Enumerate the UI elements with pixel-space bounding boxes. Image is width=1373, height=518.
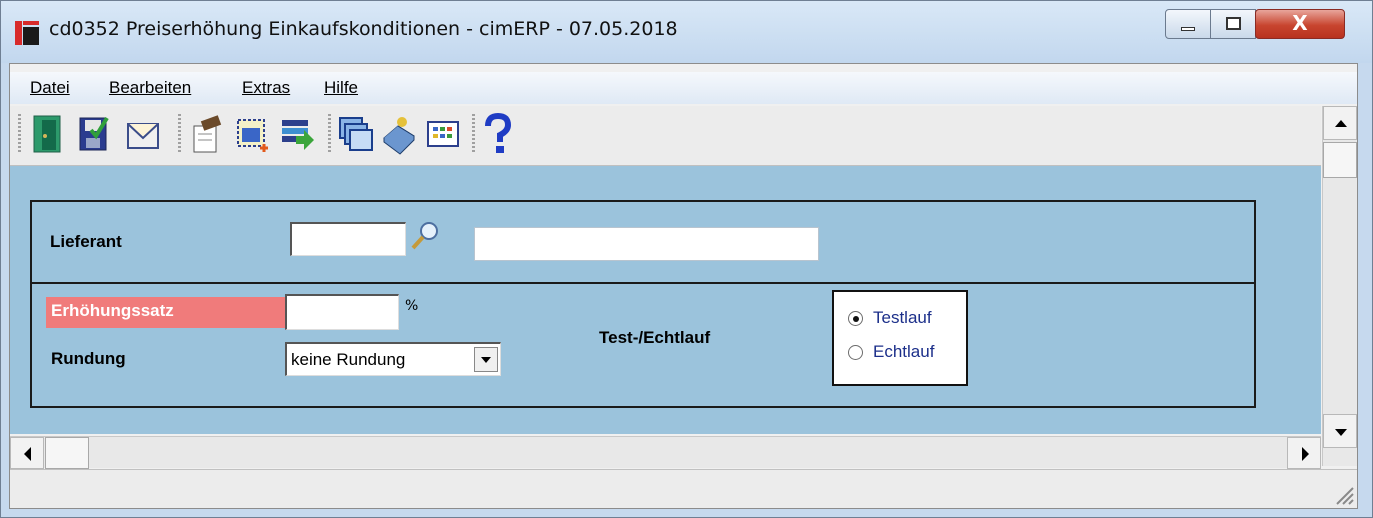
title-bar[interactable]: cd0352 Preiserhöhung Einkaufskonditionen… bbox=[1, 1, 1372, 63]
radio-testlauf-label[interactable]: Testlauf bbox=[873, 308, 932, 328]
arrow-right-icon bbox=[1302, 447, 1309, 461]
rundung-selected-value: keine Rundung bbox=[291, 350, 406, 369]
percent-sign: % bbox=[405, 298, 419, 314]
close-icon: X bbox=[1292, 11, 1308, 35]
rundung-label: Rundung bbox=[51, 349, 126, 368]
menu-extras[interactable]: Extras bbox=[242, 78, 290, 98]
menu-hilfe[interactable]: Hilfe bbox=[324, 78, 358, 98]
scroll-right-button[interactable] bbox=[1287, 437, 1321, 469]
vertical-scrollbar[interactable] bbox=[1322, 106, 1357, 466]
radio-testlauf-button[interactable] bbox=[848, 310, 863, 326]
menu-bearbeiten[interactable]: Bearbeiten bbox=[109, 78, 191, 98]
windows-cascade-icon[interactable] bbox=[336, 112, 374, 156]
toolbar-separator bbox=[178, 114, 181, 154]
rundung-select[interactable]: keine Rundung bbox=[285, 342, 501, 376]
toolbar bbox=[10, 106, 1321, 166]
arrow-up-icon bbox=[1335, 120, 1347, 127]
arrow-down-icon bbox=[1335, 429, 1347, 436]
maximize-icon bbox=[1226, 17, 1241, 30]
scroll-thumb[interactable] bbox=[1323, 142, 1357, 178]
grid-view-icon[interactable] bbox=[424, 112, 462, 156]
menu-datei[interactable]: Datei bbox=[30, 78, 70, 98]
radio-echtlauf[interactable]: Echtlauf bbox=[848, 342, 934, 362]
client-area: Datei Bearbeiten Extras Hilfe Lieferant … bbox=[9, 63, 1358, 509]
minimize-button[interactable] bbox=[1165, 9, 1211, 39]
resize-grip-icon[interactable] bbox=[1333, 484, 1355, 506]
lieferant-name-field[interactable] bbox=[474, 227, 819, 261]
chevron-down-icon bbox=[481, 357, 491, 363]
horizontal-scrollbar[interactable] bbox=[10, 436, 1321, 469]
arrow-left-icon bbox=[24, 447, 31, 461]
search-icon[interactable] bbox=[408, 220, 442, 252]
scroll-up-button[interactable] bbox=[1323, 106, 1357, 140]
radio-testlauf[interactable]: Testlauf bbox=[848, 308, 932, 328]
test-echtlauf-label: Test-/Echtlauf bbox=[599, 328, 711, 347]
dropdown-button[interactable] bbox=[474, 347, 498, 372]
erhoehungssatz-label: Erhöhungssatz bbox=[46, 297, 286, 328]
app-logo-icon bbox=[15, 21, 39, 45]
lieferant-label: Lieferant bbox=[50, 232, 122, 251]
exit-door-icon[interactable] bbox=[28, 112, 66, 156]
import-list-icon[interactable] bbox=[278, 112, 316, 156]
scroll-down-button[interactable] bbox=[1323, 414, 1357, 448]
scroll-thumb-horizontal[interactable] bbox=[45, 437, 89, 469]
scroll-left-button[interactable] bbox=[10, 437, 44, 469]
radio-echtlauf-label[interactable]: Echtlauf bbox=[873, 342, 934, 362]
mode-radio-group: Testlauf Echtlauf bbox=[832, 290, 968, 386]
menu-bar: Datei Bearbeiten Extras Hilfe bbox=[10, 72, 1357, 104]
status-bar bbox=[10, 469, 1357, 508]
app-window: cd0352 Preiserhöhung Einkaufskonditionen… bbox=[0, 0, 1373, 518]
form-area: Lieferant Erhöhungssatz % Rundung keine … bbox=[10, 166, 1321, 434]
new-selection-icon[interactable] bbox=[232, 112, 270, 156]
erhoehungssatz-input[interactable] bbox=[285, 294, 399, 330]
toolbar-grip[interactable] bbox=[18, 114, 21, 154]
minimize-icon bbox=[1181, 27, 1195, 31]
maximize-button[interactable] bbox=[1210, 9, 1256, 39]
help-icon[interactable] bbox=[478, 112, 516, 156]
mail-icon[interactable] bbox=[124, 112, 162, 156]
book-icon[interactable] bbox=[380, 112, 418, 156]
radio-echtlauf-button[interactable] bbox=[848, 344, 863, 360]
toolbar-separator bbox=[328, 114, 331, 154]
window-title: cd0352 Preiserhöhung Einkaufskonditionen… bbox=[49, 18, 678, 40]
lieferant-input[interactable] bbox=[290, 222, 406, 256]
toolbar-separator bbox=[472, 114, 475, 154]
edit-properties-icon[interactable] bbox=[188, 112, 226, 156]
close-button[interactable]: X bbox=[1255, 9, 1345, 39]
save-icon[interactable] bbox=[74, 112, 112, 156]
